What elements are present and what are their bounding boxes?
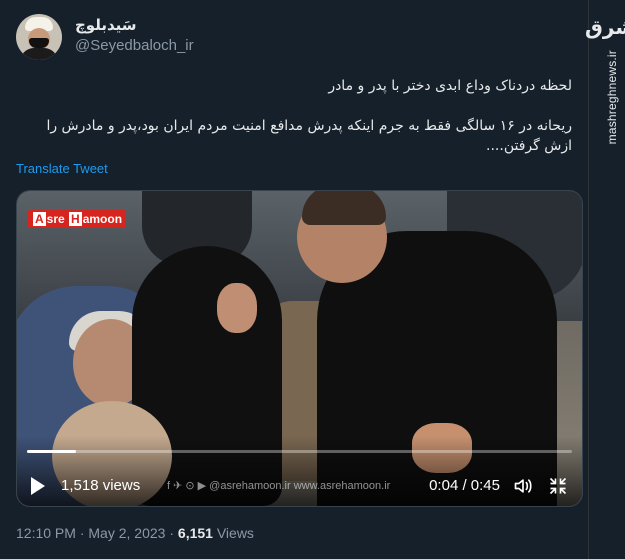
video-time: 0:04 / 0:45 bbox=[429, 477, 500, 494]
fullscreen-icon[interactable] bbox=[548, 476, 568, 496]
mashregh-logo-icon: مشرق bbox=[585, 15, 625, 39]
tweet-views-count[interactable]: 6,151 bbox=[178, 525, 213, 541]
video-bottom-watermark: f ✈ ⊙ ▶ @asrehamoon.ir www.asrehamoon.ir bbox=[167, 480, 391, 492]
video-progress-fill bbox=[27, 450, 77, 453]
tweet-line-2: ریحانه در ۱۶ سالگی فقط به جرم اینکه پدرش… bbox=[46, 118, 572, 154]
tweet-views-label: Views bbox=[212, 525, 254, 541]
video-player[interactable]: Asre Hamoon f ✈ ⊙ ▶ @asrehamoon.ir www.a… bbox=[16, 190, 583, 507]
video-controls-gradient bbox=[17, 436, 582, 506]
author-name[interactable]: سَیدبلوچ bbox=[75, 16, 137, 34]
author-handle[interactable]: @Seyedbaloch_ir bbox=[75, 37, 194, 54]
watermark-strip: مشرق mashreghnews.ir bbox=[585, 0, 625, 559]
tweet-meta: 12:10 PM · May 2, 2023 · 6,151 Views bbox=[16, 525, 254, 541]
volume-icon[interactable] bbox=[512, 476, 534, 496]
tweet-time[interactable]: 12:10 PM bbox=[16, 525, 76, 541]
tweet-text: لحظه دردناک وداع ابدی دختر با پدر و مادر… bbox=[16, 76, 572, 156]
profile-avatar[interactable] bbox=[16, 14, 62, 60]
translate-tweet-link[interactable]: Translate Tweet bbox=[16, 161, 108, 176]
tweet-date[interactable]: May 2, 2023 bbox=[88, 525, 165, 541]
video-views: 1,518 views bbox=[61, 477, 141, 494]
play-icon[interactable] bbox=[31, 477, 45, 495]
video-progress-bar[interactable] bbox=[27, 450, 572, 453]
asrehamoon-logo: Asre Hamoon bbox=[28, 210, 127, 228]
watermark-url: mashreghnews.ir bbox=[605, 50, 619, 145]
tweet-line-1: لحظه دردناک وداع ابدی دختر با پدر و مادر bbox=[328, 78, 572, 94]
